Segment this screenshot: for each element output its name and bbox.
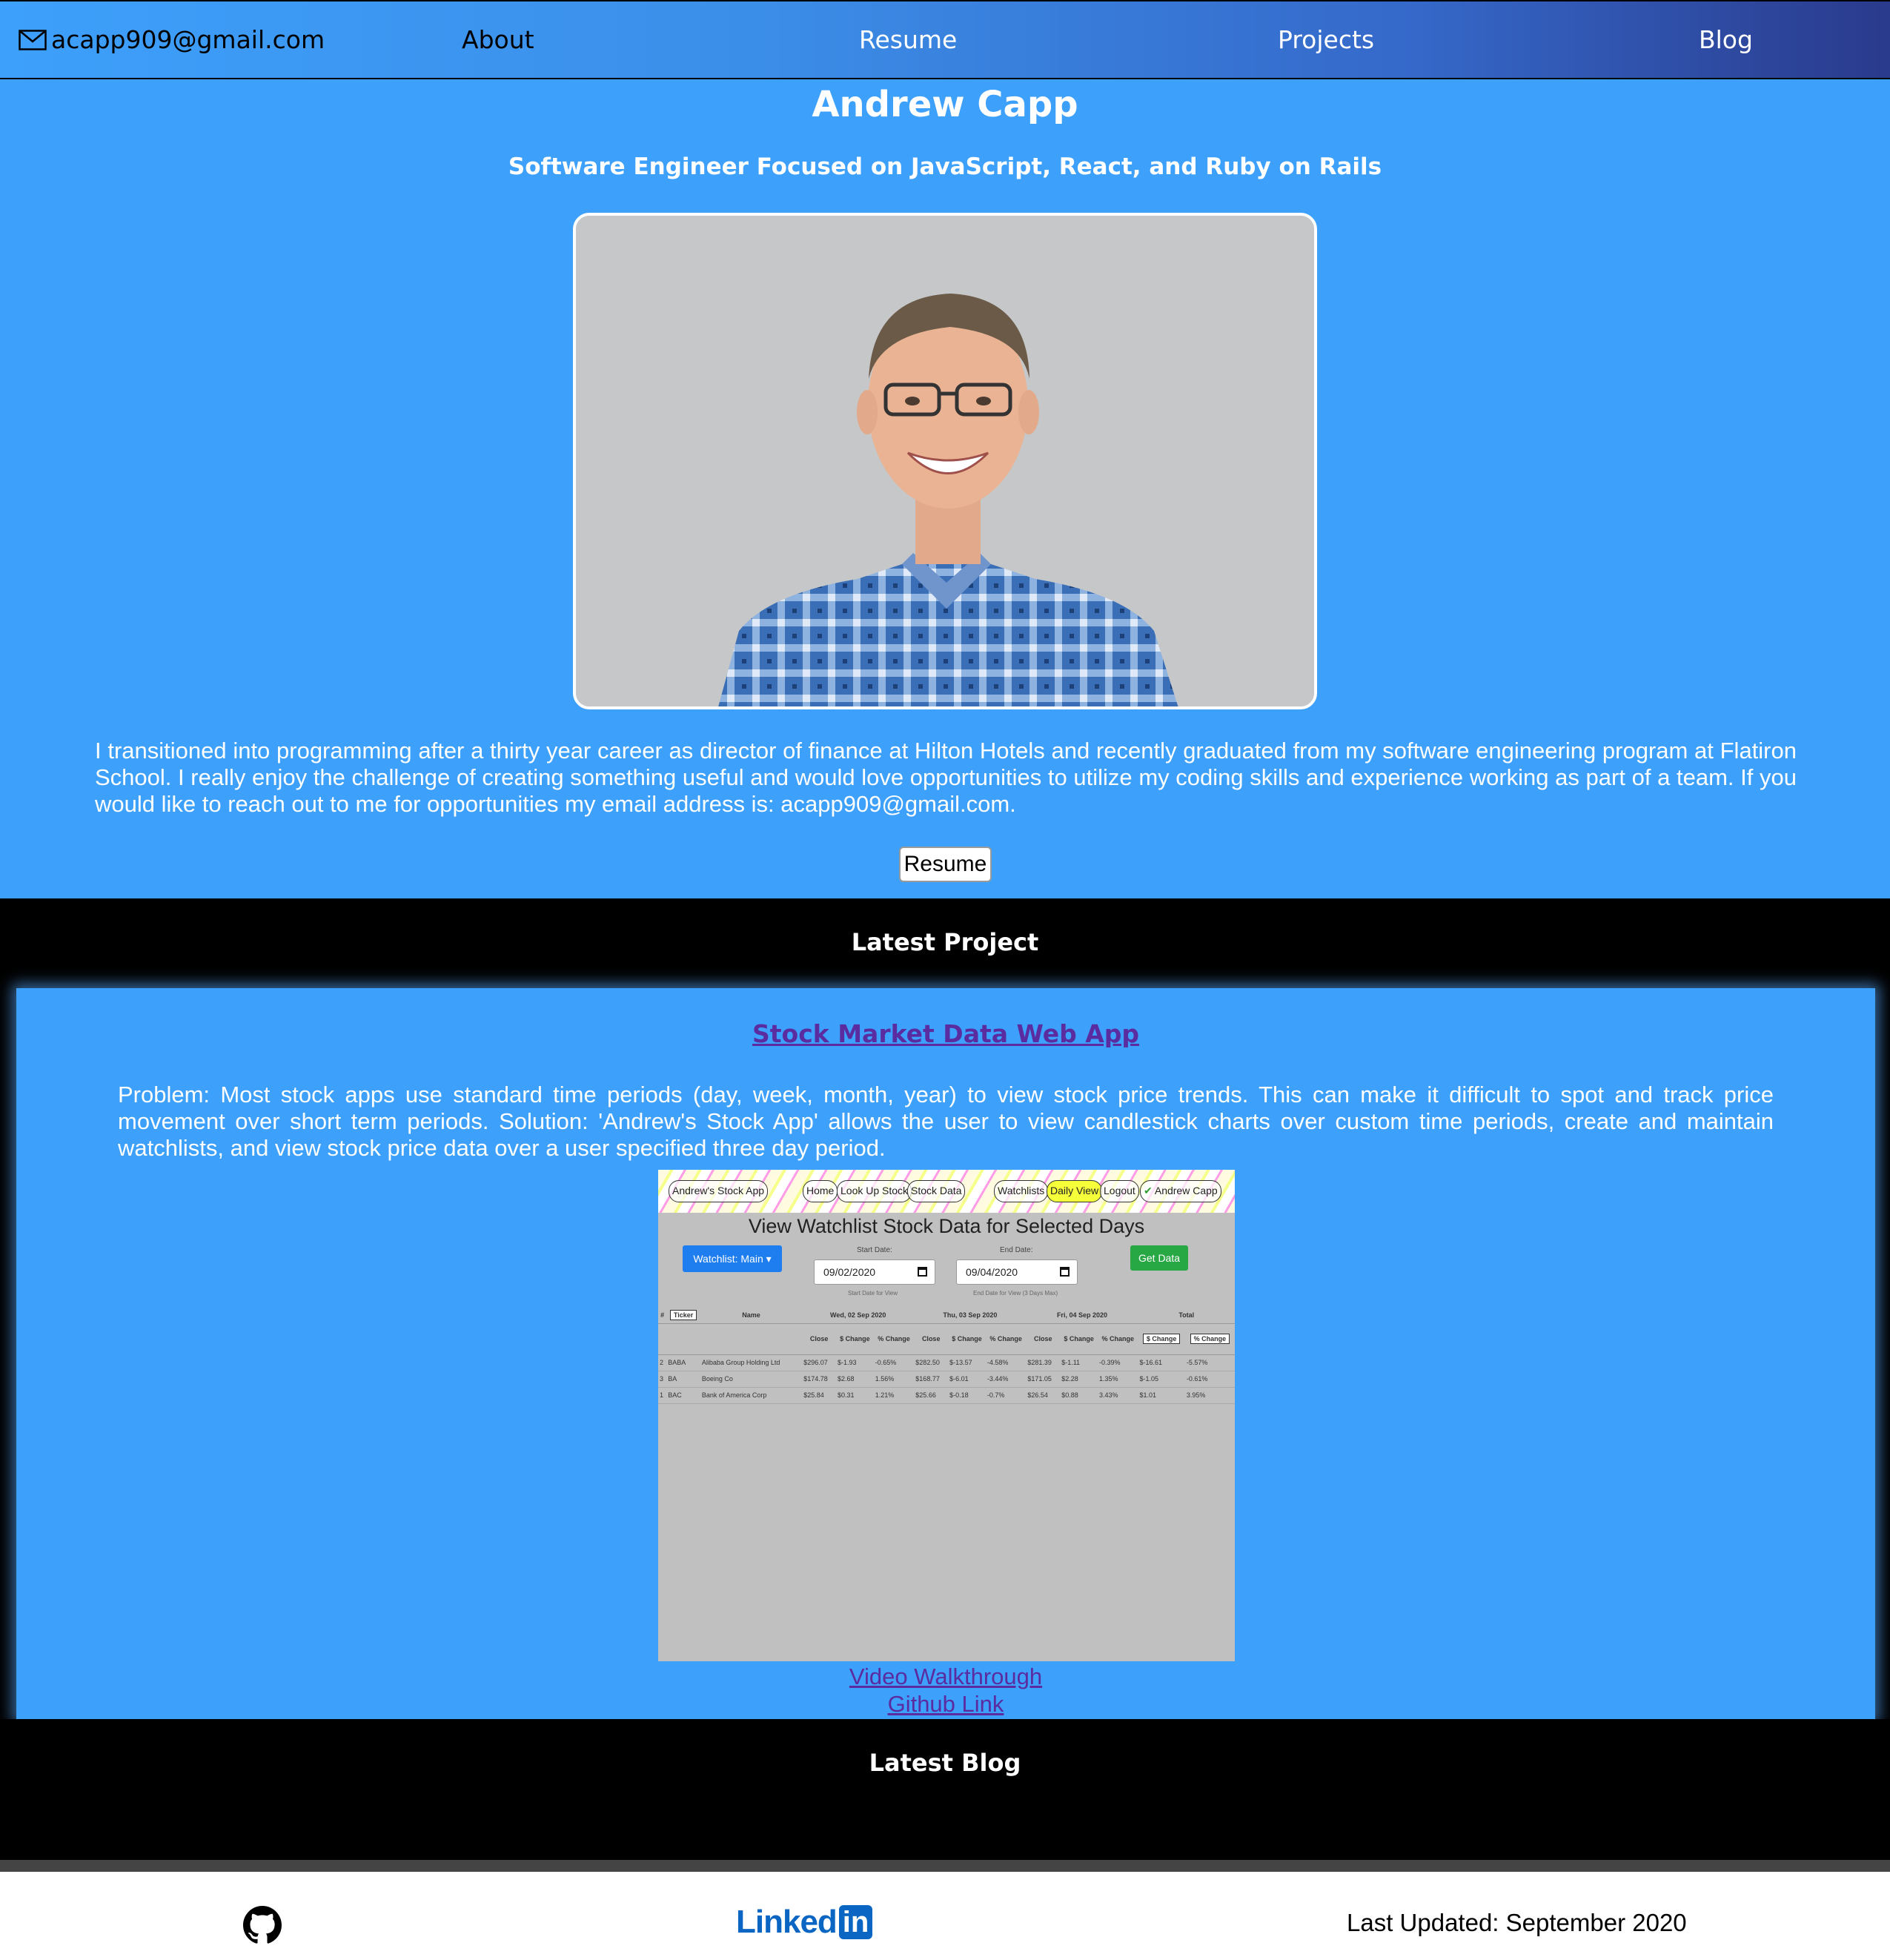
project-description: Problem: Most stock apps use standard ti… <box>118 1082 1774 1161</box>
bio-paragraph: I transitioned into programming after a … <box>95 738 1797 817</box>
table-row: 2 BABA Alibaba Group Holding Ltd $296.07 $-… <box>658 1354 1235 1371</box>
linkedin-logo[interactable]: Linked in <box>736 1900 873 1944</box>
latest-blog-section: Latest Blog <box>0 1719 1890 1860</box>
calendar-icon <box>1060 1267 1070 1277</box>
screenshot-end-date: 09/04/2020 <box>956 1259 1078 1285</box>
nav-projects-link[interactable]: Projects <box>1278 25 1374 55</box>
nav-resume-link[interactable]: Resume <box>859 25 957 55</box>
github-icon[interactable] <box>243 1906 282 1944</box>
about-section: Andrew Capp Software Engineer Focused on… <box>0 79 1890 898</box>
check-icon: ✔ <box>1144 1185 1153 1196</box>
last-updated-text: Last Updated: September 2020 <box>1347 1909 1687 1936</box>
project-title-link[interactable]: Stock Market Data Web App <box>16 1019 1875 1048</box>
screenshot-nav-user: ✔ Andrew Capp <box>1140 1180 1221 1202</box>
screenshot-brand: Andrew's Stock App <box>669 1180 769 1202</box>
screenshot-nav-dailyview: Daily View <box>1047 1180 1103 1202</box>
screenshot-table: # Ticker Name Wed, 02 Sep 2020 Thu, 03 S… <box>658 1307 1235 1404</box>
project-links: Video Walkthrough Github Link <box>16 1663 1875 1718</box>
screenshot-start-label: Start Date: <box>857 1246 892 1254</box>
screenshot-nav-lookup: Look Up Stock <box>837 1180 912 1202</box>
calendar-icon <box>918 1267 927 1277</box>
linkedin-in-box: in <box>838 1905 873 1939</box>
screenshot-get-data-button: Get Data <box>1130 1245 1188 1271</box>
project-card: Stock Market Data Web App Problem: Most … <box>16 988 1875 1719</box>
nav-blog-link[interactable]: Blog <box>1699 25 1753 55</box>
linkedin-word: Linked <box>736 1904 838 1940</box>
screenshot-end-label: End Date: <box>1000 1246 1033 1254</box>
profile-photo <box>573 213 1317 709</box>
nav-email-text: acapp909@gmail.com <box>51 25 325 54</box>
screenshot-start-date: 09/02/2020 <box>814 1259 935 1285</box>
top-nav: acapp909@gmail.com About Resume Projects… <box>0 0 1890 79</box>
footer: Linked in Last Updated: September 2020 <box>0 1860 1890 1960</box>
page-title: Andrew Capp <box>812 84 1078 125</box>
table-row: 1 BAC Bank of America Corp $25.84 $0.31 1.21… <box>658 1387 1235 1404</box>
screenshot-nav-watchlists: Watchlists <box>994 1180 1049 1202</box>
screenshot-title: View Watchlist Stock Data for Selected D… <box>748 1215 1145 1237</box>
table-row: 3 BA Boeing Co $174.78 $2.68 1.56% $168.77 $-… <box>658 1371 1235 1388</box>
github-link[interactable]: Github Link <box>16 1690 1875 1718</box>
screenshot-navbar: Andrew's Stock App Home Look Up Stock St… <box>658 1170 1235 1213</box>
latest-project-heading: Latest Project <box>851 928 1039 956</box>
video-walkthrough-link[interactable]: Video Walkthrough <box>16 1663 1875 1690</box>
screenshot-nav-home: Home <box>803 1180 838 1202</box>
project-screenshot: Andrew's Stock App Home Look Up Stock St… <box>658 1170 1235 1661</box>
tagline: Software Engineer Focused on JavaScript,… <box>508 153 1382 180</box>
resume-button[interactable]: Resume <box>899 847 992 882</box>
screenshot-end-hint: End Date for View (3 Days Max) <box>973 1290 1058 1297</box>
nav-email-link[interactable]: acapp909@gmail.com <box>19 25 325 55</box>
nav-about-link[interactable]: About <box>462 25 534 55</box>
screenshot-start-hint: Start Date for View <box>848 1290 898 1297</box>
screenshot-nav-logout: Logout <box>1100 1180 1139 1202</box>
screenshot-nav-stockdata: Stock Data <box>907 1180 966 1202</box>
screenshot-watchlist-dropdown: Watchlist: Main ▾ <box>683 1245 782 1272</box>
envelope-icon <box>19 30 47 50</box>
latest-blog-heading: Latest Blog <box>869 1749 1021 1777</box>
